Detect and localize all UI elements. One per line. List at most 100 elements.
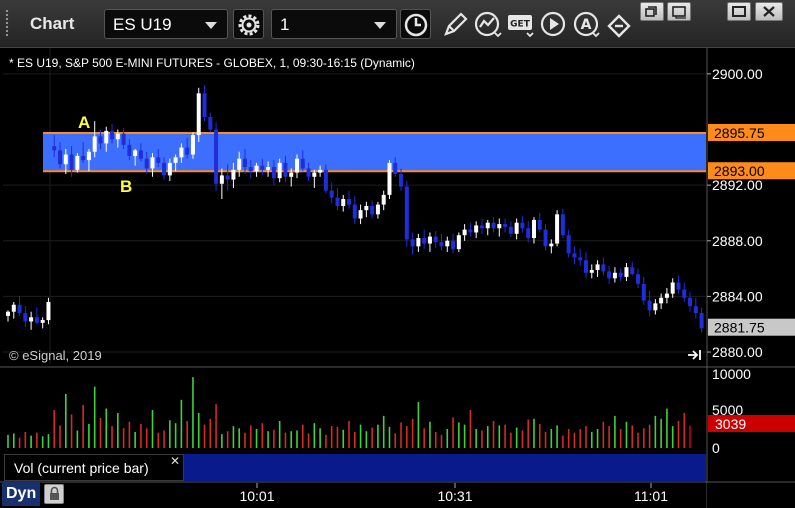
- lock-button[interactable]: [44, 484, 64, 504]
- candle-body: [121, 133, 126, 145]
- candle-body: [630, 267, 635, 275]
- alert-icon[interactable]: A: [572, 10, 602, 38]
- candle-body: [11, 304, 16, 312]
- marker-b: B: [120, 177, 132, 196]
- svg-text:A: A: [581, 17, 592, 33]
- candle-body: [375, 204, 380, 215]
- candle-body: [664, 293, 669, 298]
- play-icon[interactable]: [539, 10, 569, 38]
- candle-body: [578, 257, 583, 261]
- candle-body: [40, 320, 45, 323]
- candle-body: [659, 297, 664, 304]
- clock-icon: [404, 13, 428, 37]
- candle: [387, 160, 392, 200]
- candle-body: [433, 236, 438, 243]
- time-template-button[interactable]: [400, 9, 431, 39]
- copyright-text: © eSignal, 2019: [9, 348, 102, 363]
- candle-body: [162, 162, 167, 176]
- candle-body: [474, 225, 479, 233]
- maximize-icon: [732, 6, 746, 17]
- candle-body: [283, 162, 288, 177]
- candle-body: [410, 239, 415, 247]
- chart-settings-button[interactable]: [233, 9, 264, 39]
- candle-body: [364, 206, 369, 211]
- candle-body: [347, 199, 352, 205]
- time-axis-label: 10:31: [437, 488, 472, 504]
- candle: [555, 210, 560, 247]
- candle-body: [607, 271, 612, 279]
- candle-body: [636, 274, 641, 284]
- candle-body: [479, 225, 484, 229]
- candle-body: [92, 136, 97, 152]
- candle-body: [98, 136, 103, 144]
- study-icon[interactable]: [473, 10, 503, 38]
- candle-body: [624, 267, 629, 277]
- candle-body: [81, 155, 86, 161]
- link-icon[interactable]: [605, 10, 635, 38]
- pop-out-icon: [672, 6, 686, 19]
- dynamic-mode-badge[interactable]: Dyn: [2, 482, 41, 506]
- candle-body: [173, 157, 178, 163]
- candle-body: [34, 317, 39, 323]
- close-icon[interactable]: ✕: [170, 454, 180, 468]
- candle-body: [110, 130, 115, 140]
- volume-axis-0: 0: [712, 440, 720, 456]
- close-button[interactable]: [755, 2, 783, 21]
- chart-header-title: * ES U19, S&P 500 E-MINI FUTURES - GLOBE…: [9, 56, 415, 70]
- drag-grip-icon[interactable]: [5, 9, 10, 37]
- candle-body: [555, 214, 560, 244]
- candle-body: [560, 214, 565, 236]
- symbol-combo[interactable]: ES U19: [104, 9, 228, 39]
- candle-body: [318, 169, 323, 173]
- chart-toolbar: Chart ES U19 1 GET A: [0, 0, 795, 48]
- symbol-value: ES U19: [113, 15, 172, 34]
- candle-body: [289, 172, 294, 177]
- candle-body: [352, 204, 357, 219]
- candle-body: [341, 199, 346, 206]
- candle-body: [682, 289, 687, 298]
- price-axis-label: 2884.00: [712, 288, 763, 304]
- candle-body: [641, 283, 646, 301]
- candle-body: [647, 300, 652, 311]
- candle-body: [653, 303, 658, 311]
- candle-body: [17, 304, 22, 314]
- maximize-button[interactable]: [727, 2, 751, 21]
- pencil-icon[interactable]: [440, 10, 470, 38]
- candle-body: [589, 269, 594, 273]
- price-axis-label: 2888.00: [712, 233, 763, 249]
- candle-body: [242, 158, 247, 168]
- candle-body: [393, 162, 398, 175]
- candle-body: [156, 157, 161, 163]
- candle: [456, 232, 461, 252]
- candle-body: [612, 272, 617, 279]
- pop-out-button[interactable]: [667, 2, 691, 21]
- candle-body: [485, 222, 490, 229]
- candle-body: [167, 162, 172, 176]
- candle-body: [584, 260, 588, 273]
- current-price-label: 2881.75: [714, 320, 765, 336]
- close-icon: [763, 6, 775, 17]
- candle-body: [150, 157, 155, 169]
- candle-body: [422, 237, 427, 244]
- candle-body: [295, 158, 299, 173]
- price-chart[interactable]: A B 2900.002892.002888.002884.002880.00 …: [0, 48, 795, 508]
- candle-body: [566, 235, 571, 254]
- candle-body: [196, 93, 201, 136]
- candle-body: [497, 224, 502, 229]
- candle-body: [595, 264, 600, 270]
- candle-body: [306, 168, 311, 177]
- zone-upper-price-label: 2895.75: [714, 125, 765, 141]
- restore-button[interactable]: [640, 2, 664, 21]
- candle-body: [335, 197, 340, 206]
- candle-body: [214, 129, 219, 184]
- price-axis-label: 2880.00: [712, 344, 763, 360]
- marker-a: A: [78, 113, 90, 132]
- candle-body: [185, 147, 190, 155]
- interval-combo[interactable]: 1: [271, 9, 397, 39]
- settings-gear-icon: [238, 14, 260, 36]
- chart-area[interactable]: A B 2900.00 2892.00 2888.00 2884.00 2880.00 …: [0, 48, 795, 508]
- candle-body: [387, 162, 392, 195]
- get-icon[interactable]: GET: [506, 10, 536, 38]
- candle-body: [520, 222, 525, 229]
- candle-body: [46, 301, 51, 321]
